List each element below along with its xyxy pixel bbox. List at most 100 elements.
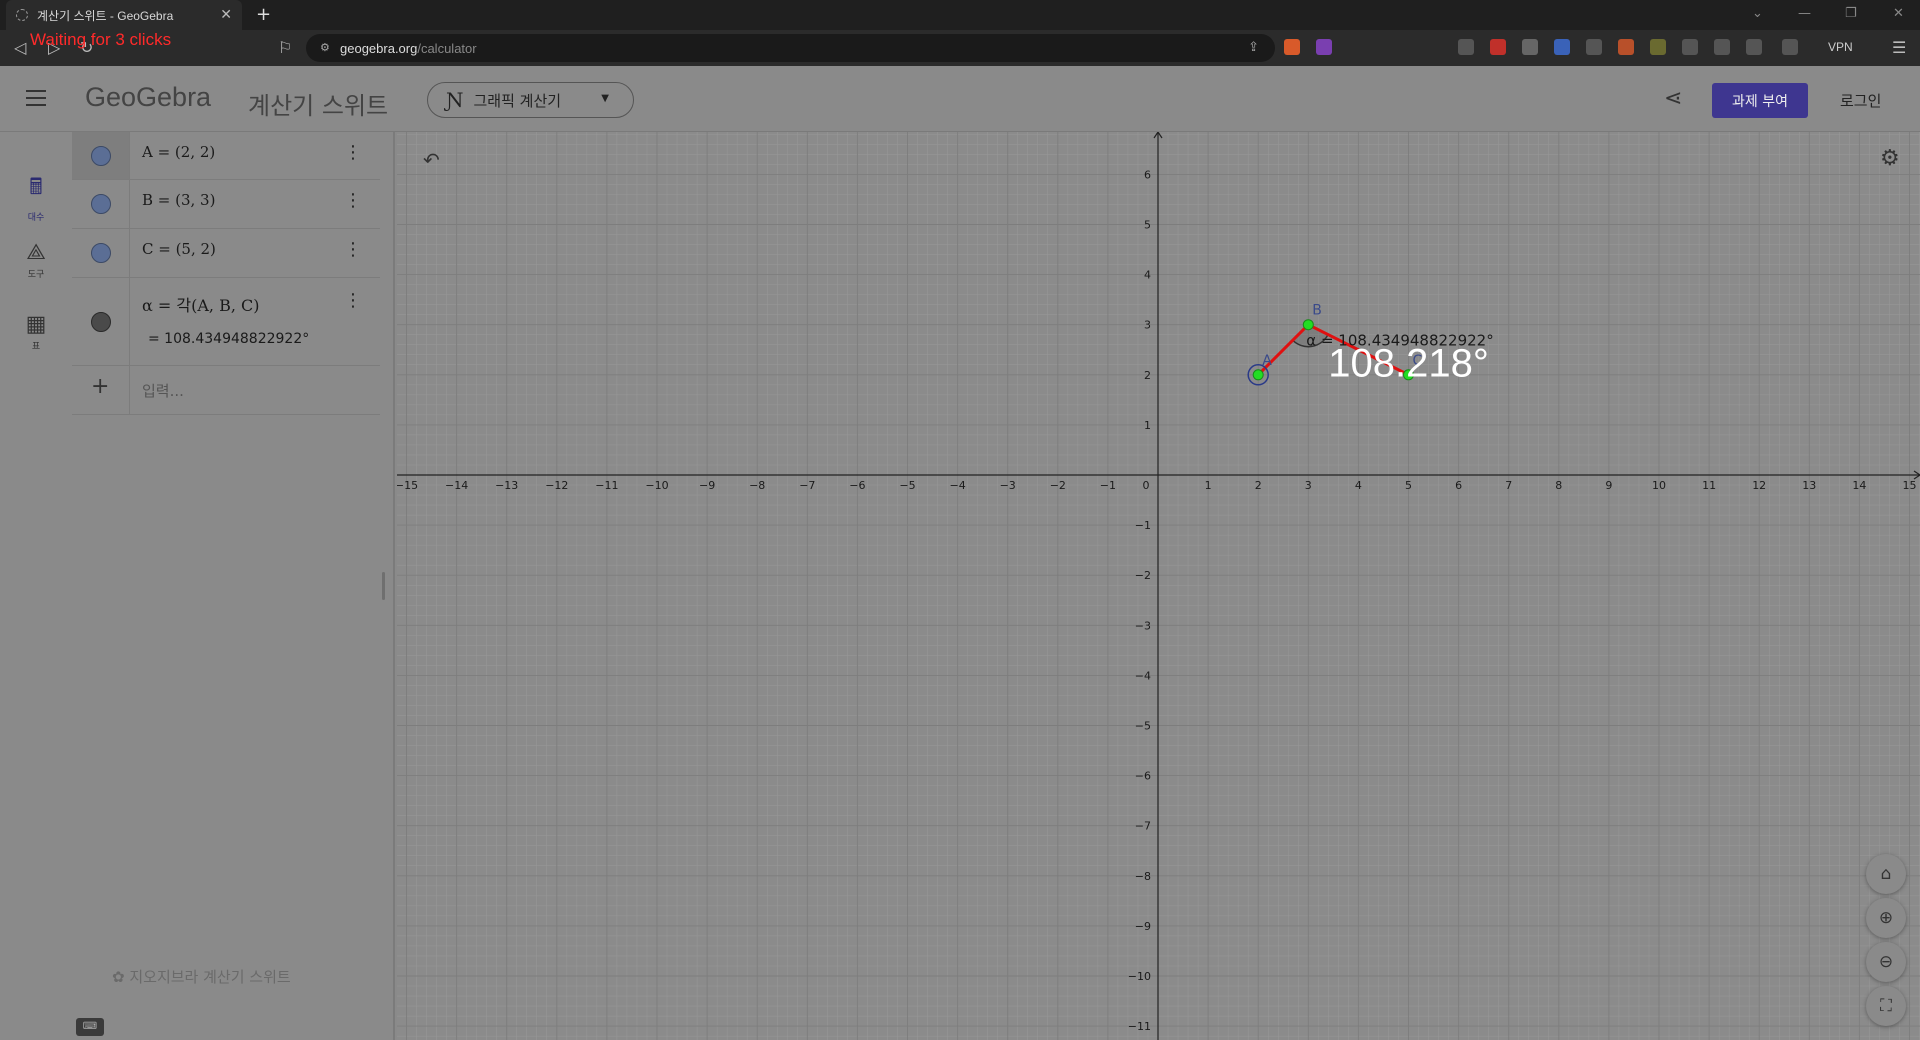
back-icon[interactable]: ◁ [14,38,26,57]
x-tick-label: −5 [899,479,915,492]
home-icon: ⌂ [1880,864,1892,884]
bookmark-icon[interactable]: ⚐ [278,38,292,57]
add-icon[interactable]: + [91,374,109,399]
wallet-icon[interactable] [1782,39,1798,55]
extensions-puzzle-icon[interactable] [1682,39,1698,55]
menu-icon[interactable] [26,90,46,106]
extension-4-icon[interactable] [1618,39,1634,55]
address-bar[interactable]: ⚙ geogebra.org/calculator ⇪ [306,34,1275,62]
extension-2-icon[interactable] [1490,39,1506,55]
more-options-icon[interactable]: ⋮ [344,239,362,260]
algebra-expression[interactable]: C = (5, 2) [142,240,216,258]
x-tick-label: 6 [1455,479,1462,492]
more-options-icon[interactable]: ⋮ [344,290,362,311]
view-rail: 🖩 대수 ⟁ 도구 ▦ 표 [0,132,72,1040]
home-view-button[interactable]: ⌂ [1866,854,1906,894]
browser-tab-bar: 계산기 스위트 - GeoGebra ✕ + ⌄ — ❐ ✕ [0,0,1920,30]
undo-icon[interactable]: ↶ [423,148,440,172]
tab-search-icon[interactable]: ⌄ [1752,6,1763,21]
media-icon[interactable] [1714,39,1730,55]
extension-5-icon[interactable] [1650,39,1666,55]
rail-label: 도구 [27,270,45,280]
zoom-out-button[interactable]: ⊖ [1866,942,1906,982]
keyboard-icon[interactable]: ⌨ [76,1018,104,1036]
restore-icon[interactable]: ❐ [1845,6,1857,21]
graph-canvas[interactable]: −15 −14 −13 −12 −11 −10 −9 −8 −7 −6 −5 −4 −3 −2 −1 0 1 2 3… [397,132,1920,1040]
algebra-item[interactable]: B = (3, 3) ⋮ [72,180,380,229]
brave-rewards-icon[interactable] [1316,39,1332,55]
x-tick-label: 0 [1143,479,1150,492]
share-page-icon[interactable]: ⇪ [1248,39,1259,55]
brave-shields-icon[interactable] [1284,39,1300,55]
tab-close-icon[interactable]: ✕ [220,7,232,23]
rail-item-table[interactable]: ▦ 표 [0,312,72,352]
zoom-in-icon: ⊕ [1878,908,1894,928]
algebra-item[interactable]: α = 각(A, B, C) = 108.434948822922° ⋮ [72,278,380,366]
algebra-item[interactable]: C = (5, 2) ⋮ [72,229,380,278]
translate-icon[interactable] [1554,39,1570,55]
x-tick-label: 12 [1752,479,1766,492]
app-picker-dropdown[interactable]: Ɲ 그래픽 계산기 ▼ [427,82,634,118]
x-tick-label: −13 [495,479,518,492]
site-info-icon[interactable]: ⚙ [320,41,330,54]
more-options-icon[interactable]: ⋮ [344,142,362,163]
point-label-b: B [1312,303,1322,319]
y-tick-label: −9 [1135,920,1151,933]
app-header: GeoGebra 계산기 스위트 Ɲ 그래픽 계산기 ▼ ⋖ 과제 부여 로그인 [0,66,1920,132]
new-tab-button[interactable]: + [256,4,271,25]
algebra-expression[interactable]: A = (2, 2) [142,143,215,161]
visibility-toggle[interactable] [91,146,111,166]
extension-3-icon[interactable] [1522,39,1538,55]
x-tick-label: −3 [1000,479,1016,492]
algebra-input-row[interactable]: + 입력... [72,366,380,415]
algebra-expression[interactable]: B = (3, 3) [142,191,215,209]
x-tick-label: −4 [949,479,965,492]
y-tick-label: −8 [1135,870,1151,883]
vpn-button[interactable]: VPN [1828,40,1853,54]
close-window-icon[interactable]: ✕ [1893,6,1904,21]
visibility-toggle[interactable] [91,243,111,263]
app-picker-label: 그래픽 계산기 [473,91,562,110]
url-host: geogebra.org [340,40,418,56]
login-button[interactable]: 로그인 [1840,90,1881,111]
extension-1-icon[interactable] [1458,39,1474,55]
x-tick-label: −10 [645,479,668,492]
share-icon[interactable]: ⋖ [1664,86,1682,111]
x-tick-label: 14 [1852,479,1866,492]
sidebar-icon[interactable] [1746,39,1762,55]
x-tick-label: −1 [1100,479,1116,492]
rail-item-tools[interactable]: ⟁ 도구 [0,240,72,280]
zoom-out-icon: ⊖ [1878,952,1894,972]
browser-menu-icon[interactable]: ☰ [1892,38,1906,57]
geogebra-logo[interactable]: GeoGebra [85,82,211,113]
visibility-toggle[interactable] [91,194,111,214]
calculator-icon: 🖩 [29,175,43,200]
zoom-in-button[interactable]: ⊕ [1866,898,1906,938]
visibility-toggle[interactable] [91,312,111,332]
suite-title: 계산기 스위트 [248,92,389,120]
y-tick-label: 2 [1144,369,1151,382]
algebra-item[interactable]: A = (2, 2) ⋮ [72,132,380,180]
y-tick-label: −6 [1135,770,1151,783]
algebra-input[interactable]: 입력... [142,380,184,401]
browser-tab[interactable]: 계산기 스위트 - GeoGebra ✕ [6,0,242,30]
assign-button[interactable]: 과제 부여 [1712,83,1808,118]
point-a [1252,369,1264,381]
more-options-icon[interactable]: ⋮ [344,190,362,211]
x-tick-label: −8 [749,479,765,492]
x-tick-label: 8 [1555,479,1562,492]
waiting-overlay-text: Waiting for 3 clicks [30,30,172,49]
x-tick-label: −6 [849,479,865,492]
minimize-icon[interactable]: — [1798,6,1811,21]
panel-resize-handle[interactable] [382,572,385,600]
x-tick-label: −14 [445,479,468,492]
rail-item-algebra[interactable]: 🖩 대수 [0,170,72,223]
algebra-expression[interactable]: α = 각(A, B, C) [142,292,260,316]
rss-icon[interactable] [1586,39,1602,55]
y-tick-label: −2 [1135,569,1151,582]
y-tick-label: 3 [1144,319,1151,332]
suite-footer: ✿ 지오지브라 계산기 스위트 [112,966,291,987]
fullscreen-button[interactable]: ⛶ [1866,986,1906,1026]
settings-gear-icon[interactable]: ⚙ [1880,146,1900,171]
graphics-view[interactable]: −15 −14 −13 −12 −11 −10 −9 −8 −7 −6 −5 −4 −3 −2 −1 0 1 2 3… [397,132,1920,1040]
